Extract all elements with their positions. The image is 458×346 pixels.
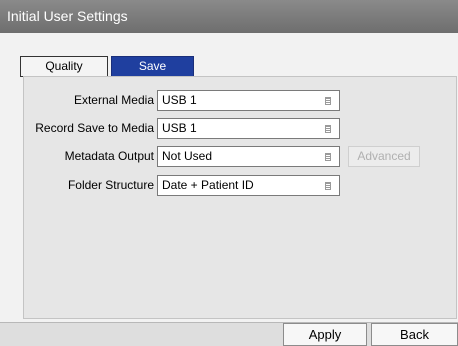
tab-quality[interactable]: Quality: [20, 56, 108, 77]
dropdown-icon: [325, 153, 331, 161]
metadata-output-select[interactable]: Not Used: [157, 146, 340, 167]
advanced-button[interactable]: Advanced: [348, 146, 420, 167]
folder-structure-label: Folder Structure: [67, 178, 154, 192]
external-media-label: External Media: [73, 93, 154, 107]
external-media-select[interactable]: USB 1: [157, 90, 340, 111]
window-title: Initial User Settings: [0, 0, 458, 33]
back-button[interactable]: Back: [371, 323, 458, 346]
record-save-to-media-select[interactable]: USB 1: [157, 118, 340, 139]
metadata-output-label: Metadata Output: [64, 149, 154, 163]
apply-button[interactable]: Apply: [283, 323, 367, 346]
dropdown-icon: [325, 182, 331, 190]
dropdown-icon: [325, 97, 331, 105]
tab-save[interactable]: Save: [111, 56, 194, 77]
record-save-to-media-label: Record Save to Media: [35, 121, 154, 135]
external-media-value: USB 1: [162, 93, 197, 107]
folder-structure-value: Date + Patient ID: [162, 178, 254, 192]
record-save-to-media-value: USB 1: [162, 121, 197, 135]
folder-structure-select[interactable]: Date + Patient ID: [157, 175, 340, 196]
dropdown-icon: [325, 125, 331, 133]
metadata-output-value: Not Used: [162, 149, 213, 163]
settings-panel: [23, 76, 457, 319]
